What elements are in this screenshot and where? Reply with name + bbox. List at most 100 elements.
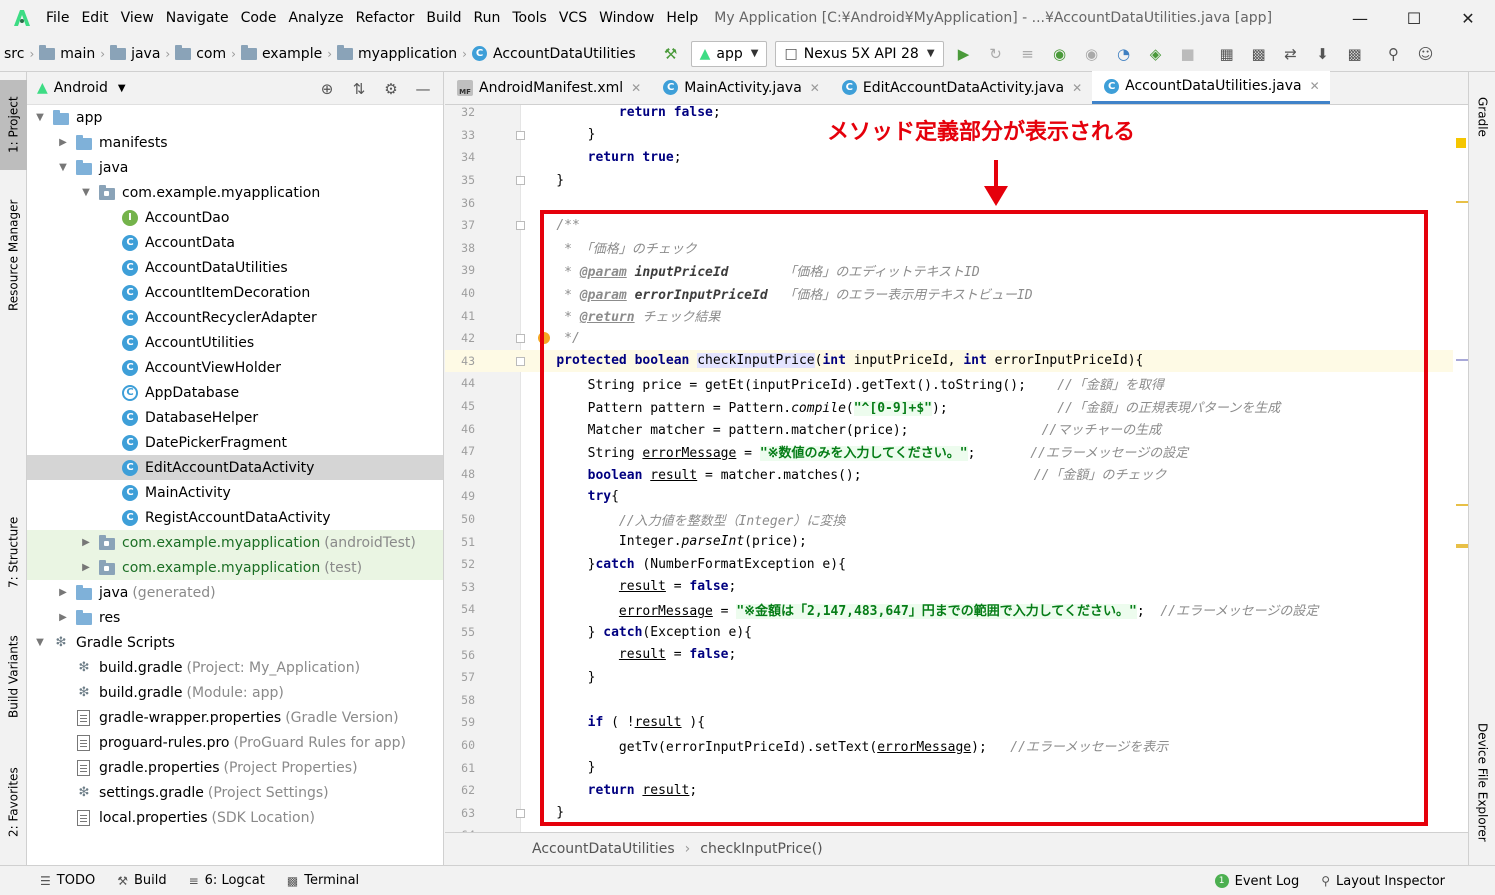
tree-item[interactable]: C EditAccountDataActivity — [27, 455, 443, 480]
code-line[interactable]: 35 } — [445, 169, 1455, 192]
fold-marker-icon[interactable] — [516, 221, 525, 230]
minimize-button[interactable]: — — [1333, 0, 1387, 36]
expand-closed-icon[interactable]: ▶ — [56, 137, 70, 148]
close-tab-icon[interactable]: ✕ — [1310, 79, 1320, 93]
build-tool-button[interactable]: ⚒ Build — [117, 873, 166, 888]
menu-file[interactable]: File — [40, 0, 75, 36]
tab-gradle[interactable]: Gradle — [1469, 82, 1495, 152]
tab-resource-manager[interactable]: Resource Manager — [0, 190, 27, 320]
tree-item[interactable]: ▶ res — [27, 605, 443, 630]
tree-item[interactable]: C RegistAccountDataActivity — [27, 505, 443, 530]
nav-crumb-src[interactable]: src — [0, 46, 28, 62]
todo-tool-button[interactable]: ☰ TODO — [40, 873, 95, 888]
run-config-select[interactable]: ▲ app ▼ — [690, 40, 768, 67]
make-project-hammer-icon[interactable]: ⚒ — [658, 41, 684, 67]
menu-code[interactable]: Code — [235, 0, 283, 36]
tree-item[interactable]: local.properties (SDK Location) — [27, 805, 443, 830]
tree-item[interactable]: C AccountData — [27, 230, 443, 255]
stop-icon[interactable]: ■ — [1175, 41, 1201, 67]
nav-crumb-com[interactable]: com — [171, 44, 230, 62]
tree-item[interactable]: gradle.properties (Project Properties) — [27, 755, 443, 780]
tree-item[interactable]: C AccountDataUtilities — [27, 255, 443, 280]
editor-tab[interactable]: MF AndroidManifest.xml ✕ — [445, 71, 651, 104]
tree-item[interactable]: ❇ build.gradle (Project: My_Application) — [27, 655, 443, 680]
event-log-button[interactable]: 1 Event Log — [1214, 874, 1299, 889]
fold-marker-icon[interactable] — [516, 808, 525, 818]
fold-marker-icon[interactable] — [516, 356, 525, 366]
fold-marker-icon[interactable] — [516, 334, 525, 343]
tree-item[interactable]: ▼ java — [27, 155, 443, 180]
tab-structure[interactable]: 7: Structure — [0, 502, 27, 602]
tab-project[interactable]: 1: Project — [0, 80, 27, 170]
tree-item[interactable]: ❇ build.gradle (Module: app) — [27, 680, 443, 705]
tree-item[interactable]: ▶ com.example.myapplication (test) — [27, 555, 443, 580]
code-line[interactable]: 34 return true; — [445, 146, 1455, 169]
tab-favorites[interactable]: 2: Favorites — [0, 752, 27, 852]
fold-marker-icon[interactable] — [516, 175, 525, 185]
menu-edit[interactable]: Edit — [75, 0, 114, 36]
tree-item[interactable]: C AccountViewHolder — [27, 355, 443, 380]
avd-manager-icon[interactable]: ▩ — [1246, 41, 1272, 67]
tree-item[interactable]: I AccountDao — [27, 205, 443, 230]
nav-crumb-main[interactable]: main — [35, 44, 99, 62]
sync-gradle-icon[interactable]: ⇄ — [1278, 41, 1304, 67]
close-tab-icon[interactable]: ✕ — [810, 81, 820, 95]
tree-item[interactable]: ▼ app — [27, 105, 443, 130]
run-icon[interactable]: ▶ — [951, 41, 977, 67]
nav-crumb-myapplication[interactable]: myapplication — [333, 44, 461, 62]
nav-crumb-java[interactable]: java — [106, 44, 164, 62]
close-tab-icon[interactable]: ✕ — [631, 81, 641, 95]
tree-item[interactable]: C DatabaseHelper — [27, 405, 443, 430]
apply-code-changes-icon[interactable]: ≡ — [1015, 41, 1041, 67]
close-tab-icon[interactable]: ✕ — [1072, 81, 1082, 95]
expand-open-icon[interactable]: ▼ — [79, 187, 93, 198]
tree-item[interactable]: ▼ ❇ Gradle Scripts — [27, 630, 443, 655]
hide-icon[interactable]: — — [411, 77, 435, 101]
sdk-manager-icon[interactable]: ⬇ — [1310, 41, 1336, 67]
debug-icon[interactable]: ◉ — [1047, 41, 1073, 67]
gear-icon[interactable]: ⚙ — [379, 77, 403, 101]
layout-icon[interactable]: ▩ — [1342, 41, 1368, 67]
menu-tools[interactable]: Tools — [506, 0, 553, 36]
expand-open-icon[interactable]: ▼ — [56, 162, 70, 173]
menu-run[interactable]: Run — [468, 0, 507, 36]
close-window-button[interactable]: ✕ — [1441, 0, 1495, 36]
coverage-icon[interactable]: ◈ — [1143, 41, 1169, 67]
menu-refactor[interactable]: Refactor — [350, 0, 421, 36]
tree-item[interactable]: C AppDatabase — [27, 380, 443, 405]
menu-navigate[interactable]: Navigate — [160, 0, 235, 36]
tree-item[interactable]: C MainActivity — [27, 480, 443, 505]
tree-item[interactable]: C DatePickerFragment — [27, 430, 443, 455]
tree-item[interactable]: C AccountUtilities — [27, 330, 443, 355]
tree-item[interactable]: C AccountItemDecoration — [27, 280, 443, 305]
menu-vcs[interactable]: VCS — [553, 0, 593, 36]
expand-closed-icon[interactable]: ▶ — [56, 587, 70, 598]
nav-crumb-example[interactable]: example — [237, 44, 326, 62]
expand-closed-icon[interactable]: ▶ — [79, 537, 93, 548]
menu-build[interactable]: Build — [420, 0, 467, 36]
fold-marker-icon[interactable] — [516, 130, 525, 140]
breadcrumb-class[interactable]: AccountDataUtilities — [532, 841, 675, 857]
collapse-all-icon[interactable]: ⇅ — [347, 77, 371, 101]
editor-tab[interactable]: C MainActivity.java ✕ — [651, 71, 830, 104]
breadcrumb-method[interactable]: checkInputPrice() — [700, 841, 822, 857]
logcat-tool-button[interactable]: ≡ 6: Logcat — [189, 873, 265, 888]
tab-device-file-explorer[interactable]: Device File Explorer — [1469, 712, 1495, 852]
profile-icon[interactable]: ◔ — [1111, 41, 1137, 67]
nav-crumb-current-class[interactable]: C AccountDataUtilities — [468, 46, 640, 62]
terminal-tool-button[interactable]: ▩ Terminal — [287, 873, 359, 888]
search-icon[interactable]: ⚲ — [1381, 41, 1407, 67]
menu-analyze[interactable]: Analyze — [282, 0, 349, 36]
tree-item[interactable]: ▼ com.example.myapplication — [27, 180, 443, 205]
maximize-button[interactable]: ☐ — [1387, 0, 1441, 36]
avatar-icon[interactable]: ☺ — [1413, 41, 1439, 67]
expand-closed-icon[interactable]: ▶ — [56, 612, 70, 623]
tree-item[interactable]: C AccountRecyclerAdapter — [27, 305, 443, 330]
tree-item[interactable]: gradle-wrapper.properties (Gradle Version… — [27, 705, 443, 730]
device-select[interactable]: □ Nexus 5X API 28 ▼ — [775, 40, 944, 67]
tree-item[interactable]: ▶ manifests — [27, 130, 443, 155]
tree-item[interactable]: ▶ com.example.myapplication (androidTest) — [27, 530, 443, 555]
expand-open-icon[interactable]: ▼ — [33, 112, 47, 123]
menu-view[interactable]: View — [115, 0, 160, 36]
project-structure-icon[interactable]: ▦ — [1214, 41, 1240, 67]
